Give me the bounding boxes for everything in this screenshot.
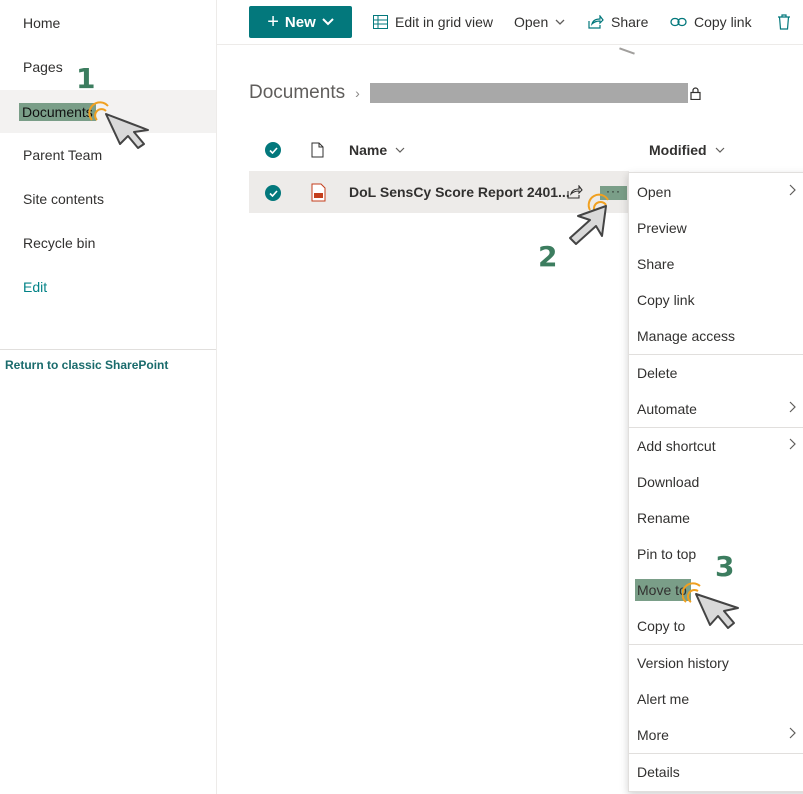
menu-item-delete[interactable]: Delete [629,355,803,391]
context-menu: Open Preview Share Copy link Manage acce… [628,172,803,792]
chevron-right-icon [789,184,796,196]
menu-item-version-history[interactable]: Version history [629,645,803,681]
check-icon [268,146,278,154]
select-all-checkbox[interactable] [265,142,281,158]
breadcrumb-documents[interactable]: Documents [249,82,345,104]
chevron-right-icon [789,727,796,739]
file-name-link[interactable]: DoL SensCy Score Report 2401... [349,184,570,200]
sidebar-item-label: Documents [19,102,96,121]
redacted-folder-name [369,83,688,103]
menu-item-label: More [637,727,669,743]
lock-icon [690,86,701,100]
chevron-down-icon [715,147,724,153]
new-button[interactable]: + New [249,6,352,38]
menu-item-label: Download [637,474,700,490]
menu-item-rename[interactable]: Rename [629,500,803,536]
link-icon [670,17,687,27]
menu-item-alert-me[interactable]: Alert me [629,681,803,717]
click-cursor-icon [569,193,609,245]
sidebar-divider [0,349,216,350]
column-header-name-label: Name [349,142,388,158]
menu-item-copy-link[interactable]: Copy link [629,282,803,318]
menu-item-add-shortcut[interactable]: Add shortcut [629,428,803,464]
chevron-down-icon [555,19,565,25]
trash-icon [778,14,790,30]
breadcrumb: Documents › [249,82,701,104]
pdf-file-icon [311,183,326,202]
menu-item-label: Copy to [637,618,686,634]
step-number-1: 1 [76,62,96,95]
menu-item-more[interactable]: More [629,717,803,753]
sidebar-item-label: Home [23,15,61,31]
column-header-modified-label: Modified [649,142,707,158]
delete-button[interactable] [777,12,791,32]
menu-item-label: Preview [637,220,687,236]
step-number-2: 2 [538,240,558,273]
chevron-right-icon: › [355,85,360,101]
menu-item-label: Rename [637,510,690,526]
menu-item-automate[interactable]: Automate [629,391,803,427]
menu-item-label: Pin to top [637,546,697,562]
sidebar-item-label: Site contents [23,191,104,207]
sidebar-edit-link[interactable]: Edit [0,266,216,308]
menu-item-open[interactable]: Open [629,174,803,210]
menu-item-label: Details [637,764,680,780]
new-button-label: New [284,13,316,31]
menu-item-preview[interactable]: Preview [629,210,803,246]
menu-item-share[interactable]: Share [629,246,803,282]
edit-grid-view-button[interactable]: Edit in grid view [373,12,493,32]
chevron-right-icon [789,401,796,413]
menu-item-label: Manage access [637,328,736,344]
divider-mark [619,47,635,55]
copy-link-label: Copy link [694,14,752,30]
menu-item-label: Automate [637,401,697,417]
grid-icon [373,15,388,29]
menu-item-label: Alert me [637,691,690,707]
menu-item-label: Version history [637,655,729,671]
chevron-down-icon [322,18,334,26]
copy-link-button[interactable]: Copy link [670,12,752,32]
column-header-name[interactable]: Name [349,133,405,167]
menu-item-manage-access[interactable]: Manage access [629,318,803,354]
menu-item-label: Share [637,256,675,272]
menu-item-details[interactable]: Details [629,754,803,790]
click-cursor-icon [88,101,149,149]
sidebar-item-pages[interactable]: Pages [0,46,216,88]
return-to-classic-link[interactable]: Return to classic SharePoint [5,358,168,372]
plus-icon: + [267,11,279,33]
click-cursor-icon [682,582,739,629]
command-bar: + New Edit in grid view Open Share Copy … [216,0,803,45]
share-button[interactable]: Share [588,12,648,32]
sidebar-item-home[interactable]: Home [0,2,216,44]
row-checkbox[interactable] [265,185,281,201]
menu-item-label: Copy link [637,292,695,308]
open-button[interactable]: Open [514,12,565,32]
sidebar-item-recycle-bin[interactable]: Recycle bin [0,222,216,264]
sidebar-item-label: Edit [23,279,48,295]
sidebar-item-site-contents[interactable]: Site contents [0,178,216,220]
chevron-down-icon [395,147,405,153]
menu-item-label: Delete [637,365,678,381]
share-icon [588,15,604,29]
edit-grid-view-label: Edit in grid view [395,14,494,30]
sidebar-item-label: Pages [23,59,63,75]
share-button-label: Share [611,14,649,30]
menu-item-label: Open [637,184,672,200]
menu-item-download[interactable]: Download [629,464,803,500]
chevron-right-icon [789,438,796,450]
sidebar-item-label: Recycle bin [23,235,96,251]
menu-item-label: Add shortcut [637,438,716,454]
check-icon [268,189,278,197]
file-type-icon [311,142,324,158]
open-button-label: Open [514,14,549,30]
column-header-modified[interactable]: Modified [649,133,725,167]
